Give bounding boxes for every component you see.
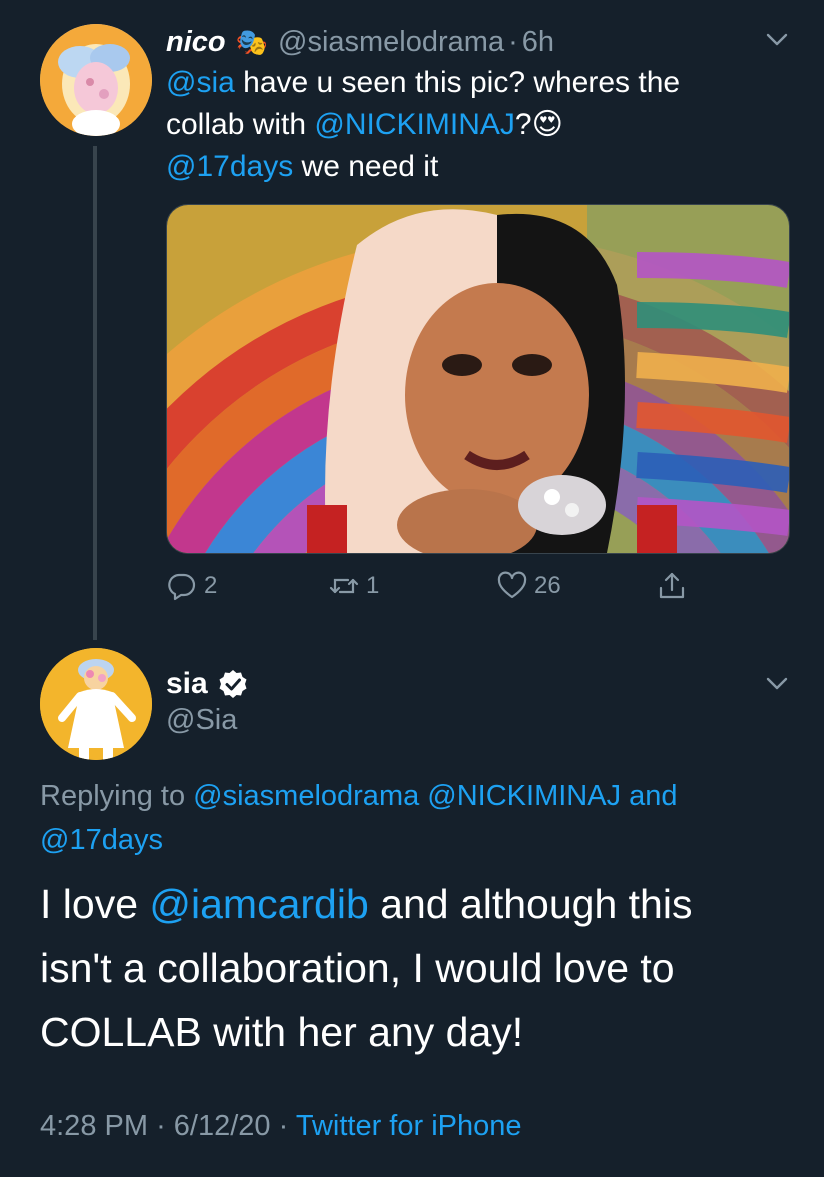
tweet1-action-bar: 2 1 26 bbox=[166, 566, 726, 606]
chevron-down-icon[interactable] bbox=[764, 670, 790, 696]
tweet2-text-l2: isn't a collaboration, I would love to bbox=[40, 945, 675, 991]
mention-17days[interactable]: @17days bbox=[166, 150, 293, 183]
reply-button[interactable]: 2 bbox=[166, 566, 217, 606]
theater-masks-emoji: 🎭 bbox=[235, 26, 268, 57]
tweet2-text: I love @iamcardib and although this isn'… bbox=[40, 872, 800, 1064]
reply-count: 2 bbox=[204, 572, 218, 599]
mention-sia[interactable]: @sia bbox=[166, 66, 235, 99]
like-button[interactable]: 26 bbox=[496, 566, 561, 606]
avatar-nico-art bbox=[40, 24, 152, 136]
tweet2-handle[interactable]: @Sia bbox=[166, 704, 237, 737]
mention-nickiminaj[interactable]: @NICKIMINAJ bbox=[314, 108, 514, 141]
mention-iamcardib[interactable]: @iamcardib bbox=[149, 881, 368, 927]
retweet-count: 1 bbox=[366, 572, 380, 599]
tweet1-dot-separator: · bbox=[508, 25, 518, 58]
thread-connector-line bbox=[93, 146, 97, 640]
verified-badge-icon bbox=[219, 670, 247, 698]
tweet2-meta: 4:28 PM · 6/12/20 · Twitter for iPhone bbox=[40, 1110, 522, 1143]
tweet1-handle[interactable]: @siasmelodrama bbox=[278, 26, 504, 59]
tweet1-text-part4: we need it bbox=[293, 150, 439, 183]
tweet1-text-part2: collab with bbox=[166, 108, 315, 141]
tweet2-text-l3: COLLAB with her any day! bbox=[40, 1009, 524, 1055]
tweet-date: 6/12/20 bbox=[173, 1110, 271, 1142]
share-icon bbox=[659, 572, 685, 599]
tweet1-author-name[interactable]: nico bbox=[166, 26, 226, 59]
meta-separator-2: · bbox=[278, 1110, 289, 1142]
replying-to-prefix: Replying to bbox=[40, 780, 194, 812]
share-button[interactable] bbox=[656, 566, 688, 606]
tweet2-text-l1b: and although this bbox=[368, 881, 693, 927]
tweet1-media-image[interactable] bbox=[166, 204, 790, 554]
tweet2-text-l1a: I love bbox=[40, 881, 150, 927]
replying-and-others[interactable]: and bbox=[629, 780, 677, 812]
avatar-nico[interactable] bbox=[40, 24, 152, 136]
like-count: 26 bbox=[534, 572, 561, 599]
reply-icon bbox=[168, 573, 196, 601]
tweet2-author-name[interactable]: sia bbox=[166, 667, 208, 701]
like-icon bbox=[497, 571, 527, 599]
replying-mention-nickiminaj[interactable]: @NICKIMINAJ bbox=[427, 780, 621, 812]
heart-eyes-emoji: 😍 bbox=[531, 108, 563, 141]
retweet-icon bbox=[329, 578, 359, 594]
avatar-sia[interactable] bbox=[40, 648, 152, 760]
retweet-button[interactable]: 1 bbox=[328, 566, 379, 606]
tweet1-text-part1: have u seen this pic? wheres the bbox=[234, 66, 681, 99]
tweet1-text-part3: ? bbox=[514, 108, 532, 141]
replying-to-line: Replying to @siasmelodrama @NICKIMINAJ a… bbox=[40, 774, 800, 862]
tweet-time: 4:28 PM bbox=[40, 1110, 148, 1142]
replying-mention-siasmelodrama[interactable]: @siasmelodrama bbox=[193, 780, 419, 812]
chevron-down-icon[interactable] bbox=[764, 26, 790, 52]
tweet-client-link[interactable]: Twitter for iPhone bbox=[296, 1110, 522, 1142]
replying-mention-17days[interactable]: @17days bbox=[40, 824, 163, 856]
tweet1-age[interactable]: 6h bbox=[522, 26, 554, 59]
tweet1-text: @sia have u seen this pic? wheres the co… bbox=[166, 62, 806, 188]
meta-separator-1: · bbox=[156, 1110, 166, 1142]
tweet1-header: nico 🎭 @siasmelodrama · 6h bbox=[166, 22, 554, 62]
tweet2-header: sia bbox=[166, 664, 248, 704]
avatar-sia-art bbox=[40, 648, 152, 760]
